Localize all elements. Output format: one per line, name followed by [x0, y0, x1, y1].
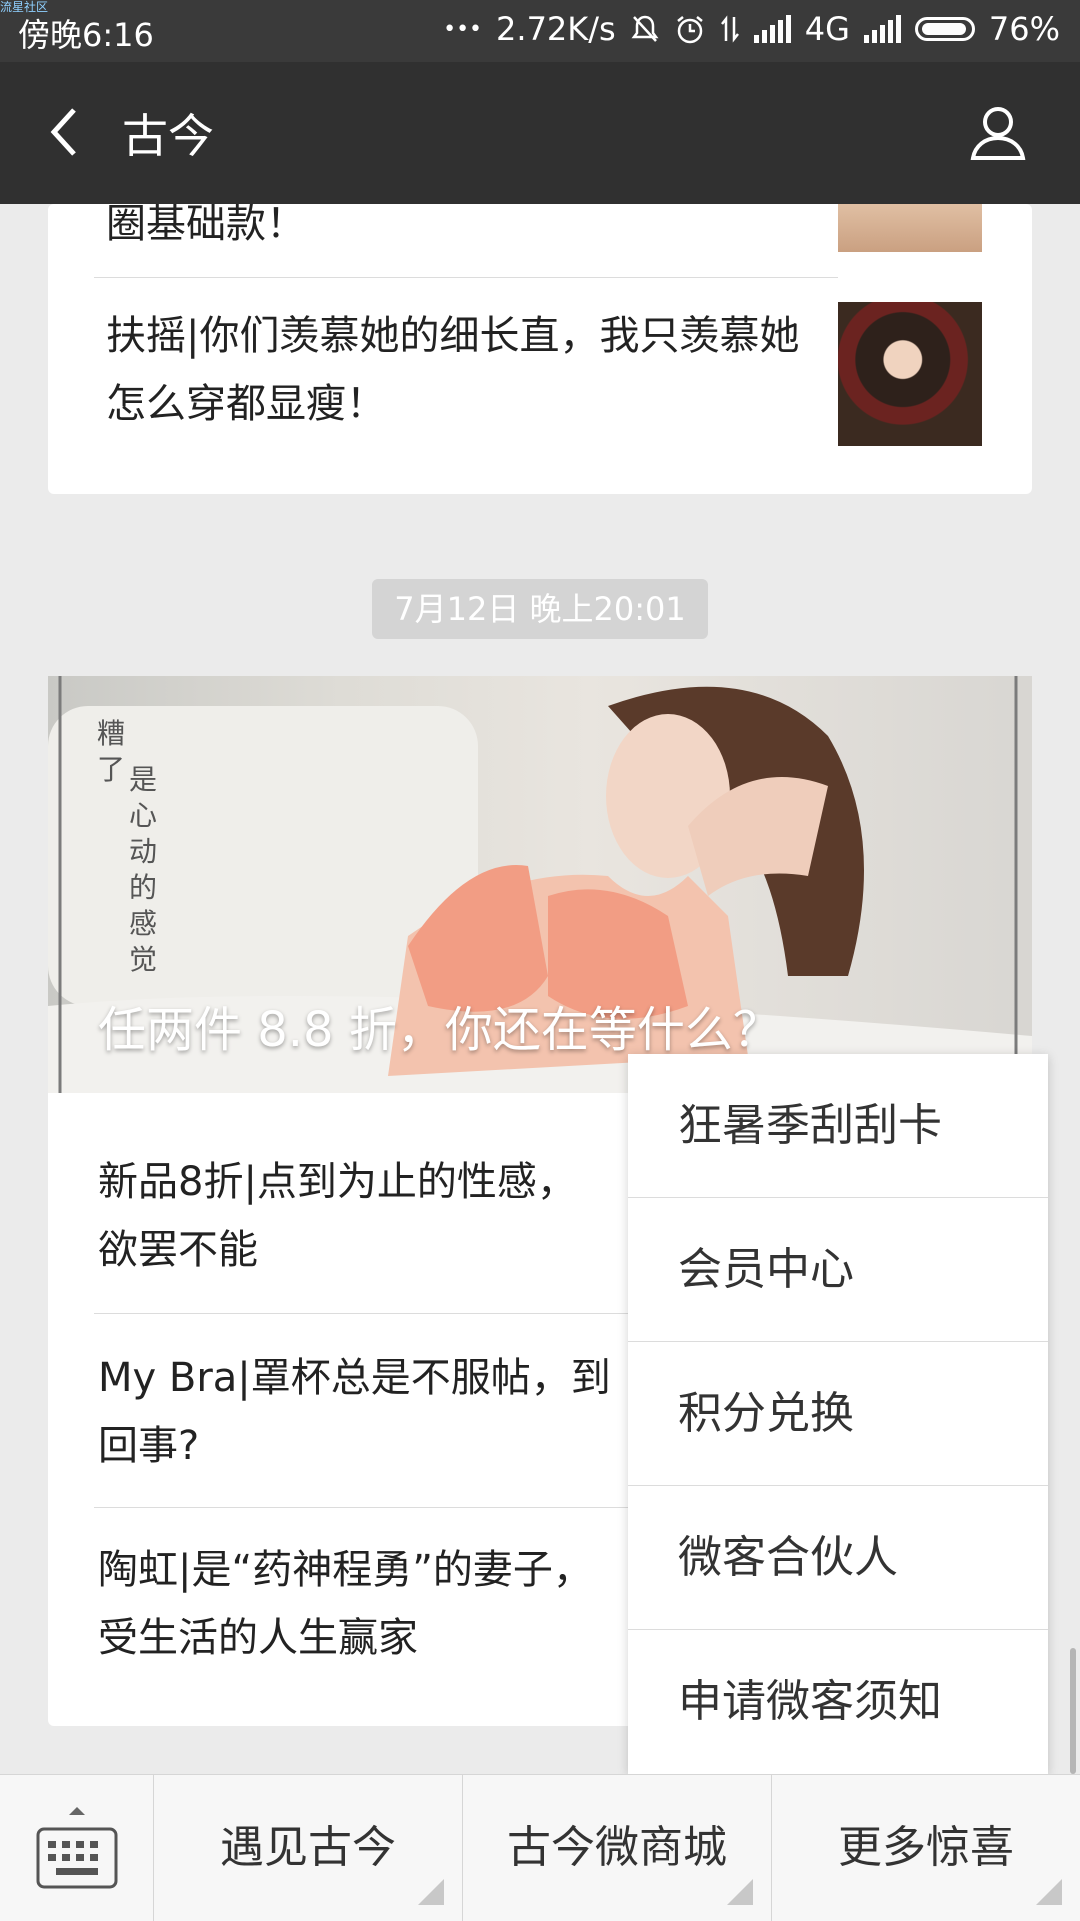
keyboard-icon: [36, 1827, 118, 1889]
submenu-indicator-icon: [1036, 1879, 1062, 1905]
alarm-icon: [676, 16, 703, 44]
divider: [94, 1507, 634, 1508]
divider: [94, 277, 838, 278]
menu-item-partner[interactable]: 微客合伙人: [628, 1486, 1048, 1630]
menu-item-partner-guide[interactable]: 申请微客须知: [628, 1630, 1048, 1774]
menu-tab-label: 古今微商城: [507, 1822, 727, 1873]
menu-item-member-center[interactable]: 会员中心: [628, 1198, 1048, 1342]
network-speed: 2.72K/s: [496, 10, 616, 48]
divider: [94, 1313, 634, 1314]
bottom-menu-bar: 遇见古今 古今微商城 更多惊喜: [0, 1774, 1080, 1921]
timestamp-badge: 7月12日 晚上20:01: [372, 579, 708, 639]
popup-menu: 狂暑季刮刮卡 会员中心 积分兑换 微客合伙人 申请微客须知: [628, 1054, 1048, 1774]
article-item-line1[interactable]: 陶虹|是“药神程勇”的妻子，: [98, 1536, 658, 1604]
chevron-up-icon: [69, 1807, 85, 1815]
article-title[interactable]: 圈基础款！: [106, 204, 846, 258]
article-thumbnail[interactable]: [838, 302, 982, 446]
menu-tab-more-surprises[interactable]: 更多惊喜: [772, 1775, 1080, 1921]
cover-title: 任两件 8.8 折，你还在等什么？: [98, 1002, 781, 1058]
article-item-line1[interactable]: 新品8折|点到为止的性感，: [98, 1148, 658, 1216]
cover-vertical-text: 糟了: [96, 717, 125, 786]
page-title: 古今: [122, 109, 214, 163]
article-card-previous: 圈基础款！ 扶摇|你们羡慕她的细长直，我只羡慕她怎么穿都显瘦！: [48, 204, 1032, 494]
menu-item-scratch-card[interactable]: 狂暑季刮刮卡: [628, 1054, 1048, 1198]
signal-icon: [753, 15, 791, 43]
data-transfer-icon: [720, 15, 739, 43]
nav-bar: 古今: [0, 62, 1080, 204]
profile-icon[interactable]: [968, 102, 1028, 162]
battery-icon: [914, 17, 975, 41]
status-icons: ••• 2.72K/s 4G 76%: [443, 10, 1060, 48]
article-title[interactable]: 扶摇|你们羡慕她的细长直，我只羡慕她怎么穿都显瘦！: [106, 302, 816, 438]
article-item-line1[interactable]: My Bra|罩杯总是不服帖，到: [98, 1344, 658, 1412]
menu-tab-micro-mall[interactable]: 古今微商城: [463, 1775, 772, 1921]
submenu-indicator-icon: [727, 1879, 753, 1905]
network-type: 4G: [804, 10, 850, 48]
menu-tab-label: 遇见古今: [220, 1822, 396, 1873]
back-arrow-icon[interactable]: [38, 102, 98, 162]
status-bar: 流星社区 傍晚6:16 ••• 2.72K/s 4G 76%: [0, 0, 1080, 62]
submenu-indicator-icon: [418, 1879, 444, 1905]
article-thumbnail[interactable]: [838, 204, 982, 252]
cover-image[interactable]: 糟了 是心动的感觉 任两件 8.8 折，你还在等什么？: [48, 676, 1032, 1093]
scrollbar[interactable]: [1070, 1648, 1076, 1774]
status-time: 傍晚6:16: [18, 16, 154, 54]
more-dots-icon: •••: [443, 16, 483, 42]
battery-percent: 76%: [988, 10, 1060, 48]
mute-bell-icon: [631, 15, 659, 42]
cover-vertical-text: 是心动的感觉: [128, 763, 157, 976]
menu-tab-meet-gujin[interactable]: 遇见古今: [154, 1775, 463, 1921]
keyboard-toggle-button[interactable]: [0, 1775, 154, 1921]
menu-item-points-exchange[interactable]: 积分兑换: [628, 1342, 1048, 1486]
menu-tab-label: 更多惊喜: [838, 1822, 1014, 1873]
signal-icon-2: [863, 15, 901, 43]
